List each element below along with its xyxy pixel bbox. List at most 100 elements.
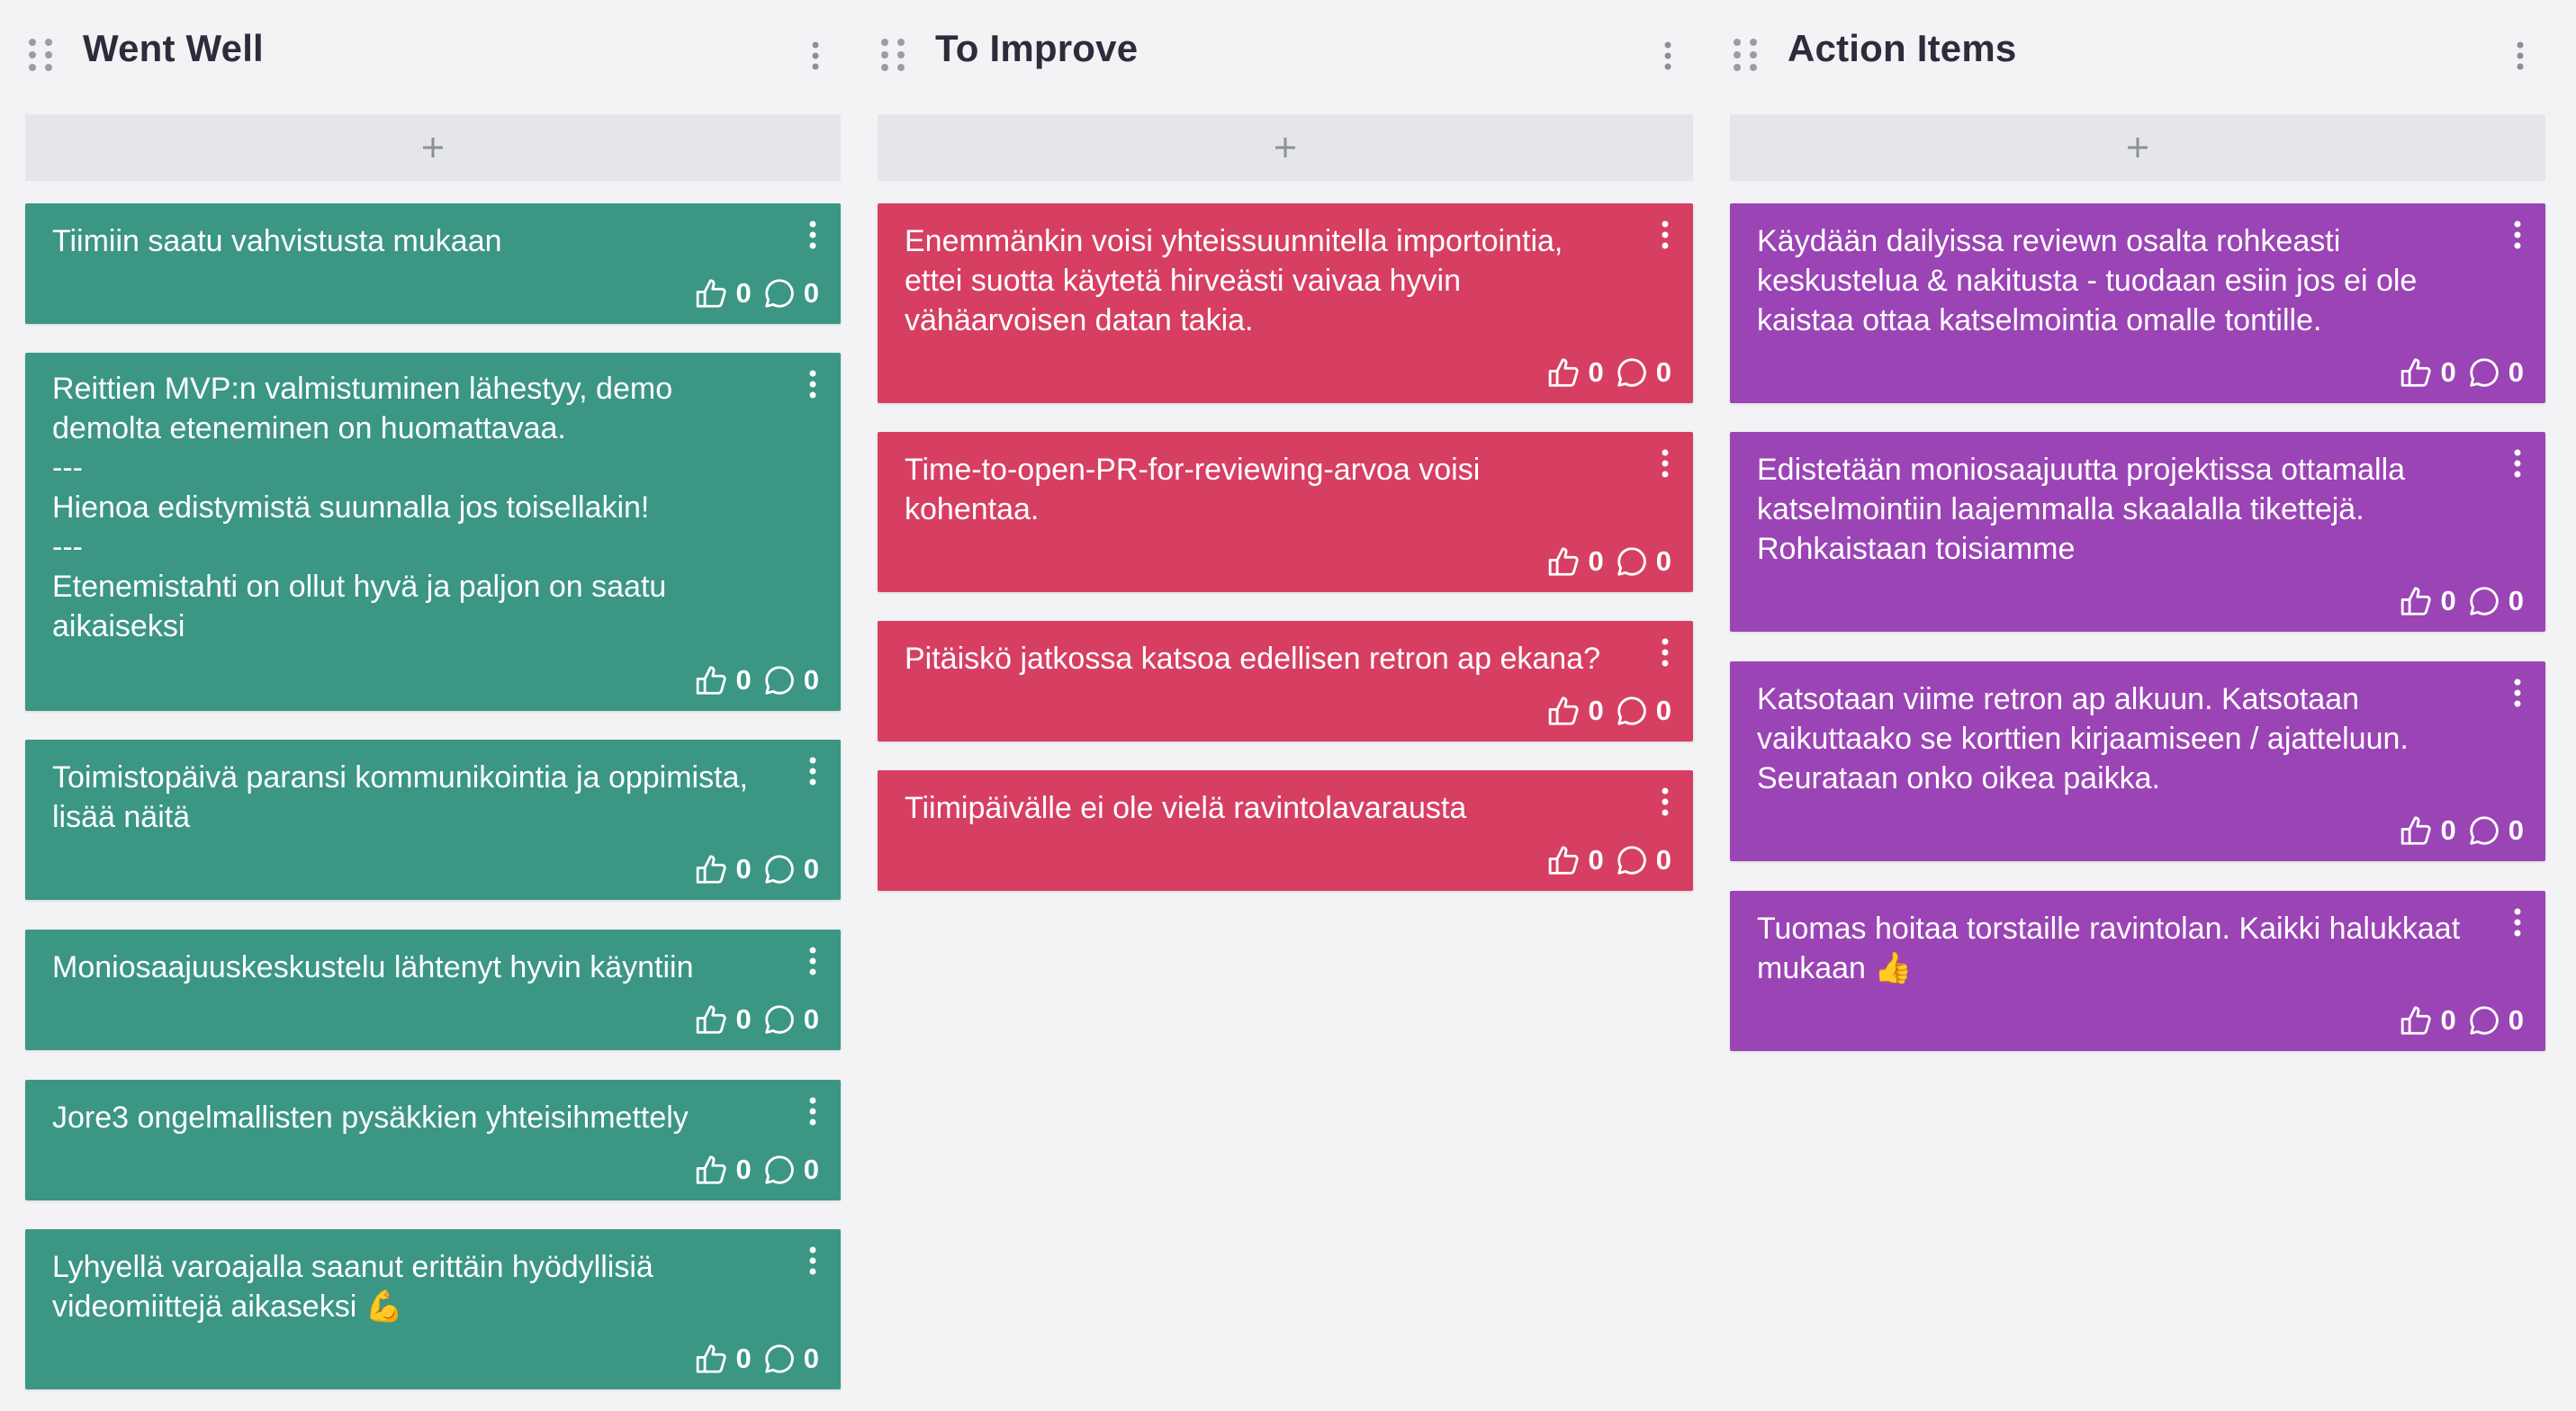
card[interactable]: Käydään dailyissa reviewn osalta rohkeas…: [1730, 203, 2545, 403]
vote-count: 0: [735, 1003, 752, 1035]
card[interactable]: Tuomas hoitaa torstaille ravintolan. Kai…: [1730, 891, 2545, 1051]
card[interactable]: Edistetään moniosaajuutta projektissa ot…: [1730, 432, 2545, 632]
comment-button[interactable]: 0: [2467, 355, 2524, 390]
comment-button[interactable]: 0: [2467, 1003, 2524, 1038]
vote-count: 0: [1588, 356, 1604, 388]
card[interactable]: Time-to-open-PR-for-reviewing-arvoa vois…: [878, 432, 1693, 592]
vote-button[interactable]: 0: [1547, 694, 1604, 728]
vote-count: 0: [2440, 356, 2456, 388]
vote-button[interactable]: 0: [2400, 813, 2456, 848]
card-menu-icon[interactable]: [1659, 637, 1671, 668]
comment-count: 0: [1655, 844, 1671, 876]
card-menu-icon[interactable]: [1659, 786, 1671, 817]
card-menu-icon[interactable]: [806, 756, 819, 786]
card-menu-icon[interactable]: [2511, 448, 2524, 479]
thumbs-up-icon: [1547, 843, 1581, 877]
vote-button[interactable]: 0: [1547, 843, 1604, 877]
drag-handle-icon[interactable]: [27, 38, 54, 72]
thumbs-up-icon: [1547, 544, 1581, 579]
card-menu-icon[interactable]: [806, 220, 819, 250]
column-to-improve: To Improve Enemmänkin voisi yhteissuunni…: [878, 0, 1693, 891]
comment-icon: [762, 663, 797, 697]
card[interactable]: Toimistopäivä paransi kommunikointia ja …: [25, 740, 841, 900]
card-menu-icon[interactable]: [806, 1096, 819, 1127]
card-footer: 0 0: [695, 275, 819, 311]
thumbs-up-icon: [2400, 584, 2434, 618]
thumbs-up-icon: [695, 1153, 729, 1187]
comment-button[interactable]: 0: [762, 1002, 819, 1037]
comment-button[interactable]: 0: [1615, 843, 1671, 877]
card-text: Lyhyellä varoajalla saanut erittäin hyöd…: [52, 1250, 653, 1324]
comment-button[interactable]: 0: [762, 663, 819, 697]
vote-button[interactable]: 0: [695, 1342, 752, 1376]
add-card-button[interactable]: [1730, 114, 2545, 181]
card[interactable]: Moniosaajuuskeskustelu lähtenyt hyvin kä…: [25, 930, 841, 1050]
card-menu-icon[interactable]: [2511, 907, 2524, 938]
card-footer: 0 0: [1547, 544, 1671, 580]
card-menu-icon[interactable]: [806, 946, 819, 976]
thumbs-up-icon: [2400, 813, 2434, 848]
column-menu-icon[interactable]: [2511, 41, 2529, 70]
card-menu-icon[interactable]: [806, 1245, 819, 1276]
vote-button[interactable]: 0: [1547, 544, 1604, 579]
vote-button[interactable]: 0: [2400, 355, 2456, 390]
comment-button[interactable]: 0: [762, 1153, 819, 1187]
column-menu-icon[interactable]: [806, 41, 824, 70]
card-text: Moniosaajuuskeskustelu lähtenyt hyvin kä…: [52, 950, 694, 984]
card-menu-icon[interactable]: [2511, 220, 2524, 250]
card[interactable]: Tiimiin saatu vahvistusta mukaan 0 0: [25, 203, 841, 324]
add-card-button[interactable]: [25, 114, 841, 181]
card[interactable]: Reittien MVP:n valmistuminen lähestyy, d…: [25, 353, 841, 711]
card-text: Käydään dailyissa reviewn osalta rohkeas…: [1757, 224, 2418, 337]
comment-button[interactable]: 0: [762, 276, 819, 310]
card-footer: 0 0: [695, 662, 819, 698]
vote-button[interactable]: 0: [695, 1002, 752, 1037]
card[interactable]: Jore3 ongelmallisten pysäkkien yhteisihm…: [25, 1080, 841, 1200]
card-menu-icon[interactable]: [2511, 678, 2524, 708]
comment-button[interactable]: 0: [1615, 544, 1671, 579]
comment-count: 0: [803, 1003, 819, 1035]
column-title: To Improve: [935, 27, 1139, 69]
card-menu-icon[interactable]: [806, 369, 819, 400]
column-header: Action Items: [1730, 0, 2545, 108]
comment-count: 0: [803, 1343, 819, 1374]
comment-icon: [762, 1002, 797, 1037]
comment-button[interactable]: 0: [1615, 355, 1671, 390]
comment-icon: [2467, 1003, 2501, 1038]
comment-count: 0: [803, 853, 819, 885]
vote-button[interactable]: 0: [2400, 1003, 2456, 1038]
drag-handle-icon[interactable]: [879, 38, 906, 72]
comment-button[interactable]: 0: [762, 852, 819, 886]
vote-button[interactable]: 0: [695, 1153, 752, 1187]
comment-count: 0: [803, 664, 819, 696]
add-card-button[interactable]: [878, 114, 1693, 181]
comment-button[interactable]: 0: [762, 1342, 819, 1376]
card[interactable]: Enemmänkin voisi yhteissuunnitella impor…: [878, 203, 1693, 403]
comment-button[interactable]: 0: [1615, 694, 1671, 728]
vote-button[interactable]: 0: [1547, 355, 1604, 390]
comment-button[interactable]: 0: [2467, 584, 2524, 618]
card-text: Tiimipäivälle ei ole vielä ravintolavara…: [905, 791, 1467, 825]
card-text: Time-to-open-PR-for-reviewing-arvoa vois…: [905, 453, 1481, 526]
comment-button[interactable]: 0: [2467, 813, 2524, 848]
thumbs-up-icon: [695, 1342, 729, 1376]
vote-button[interactable]: 0: [2400, 584, 2456, 618]
plus-icon: [421, 136, 445, 159]
card[interactable]: Pitäiskö jatkossa katsoa edellisen retro…: [878, 621, 1693, 741]
column-action-items: Action Items Käydään dailyissa reviewn o…: [1730, 0, 2545, 1051]
card-menu-icon[interactable]: [1659, 220, 1671, 250]
vote-button[interactable]: 0: [695, 276, 752, 310]
card[interactable]: Tiimipäivälle ei ole vielä ravintolavara…: [878, 770, 1693, 891]
retro-board: Went Well Tiimiin saatu vahvistusta muka…: [0, 0, 2576, 1411]
card-footer: 0 0: [1547, 693, 1671, 729]
card-text: Pitäiskö jatkossa katsoa edellisen retro…: [905, 642, 1601, 676]
card[interactable]: Katsotaan viime retron ap alkuun. Katsot…: [1730, 661, 2545, 861]
column-menu-icon[interactable]: [1659, 41, 1677, 70]
vote-button[interactable]: 0: [695, 663, 752, 697]
card[interactable]: Lyhyellä varoajalla saanut erittäin hyöd…: [25, 1229, 841, 1389]
card-menu-icon[interactable]: [1659, 448, 1671, 479]
vote-button[interactable]: 0: [695, 852, 752, 886]
comment-icon: [762, 1342, 797, 1376]
comment-icon: [1615, 355, 1649, 390]
drag-handle-icon[interactable]: [1732, 38, 1759, 72]
